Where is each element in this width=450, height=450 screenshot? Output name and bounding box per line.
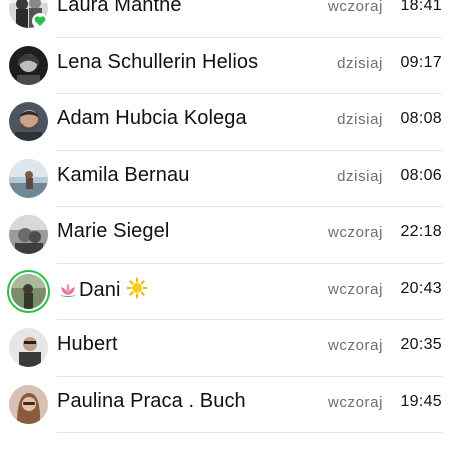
- chat-row-marie-siegel[interactable]: Marie Siegel wczoraj 22:18: [0, 207, 450, 264]
- avatar-photo-icon: [9, 328, 48, 367]
- avatar-photo-icon: [11, 273, 46, 309]
- avatar-photo-icon: [9, 215, 48, 254]
- last-message-time: 22:18: [400, 223, 442, 240]
- avatar-photo-icon: [9, 45, 48, 85]
- avatar-photo-icon: [9, 158, 48, 198]
- chat-row-kamila-bernau[interactable]: Kamila Bernau dzisiaj 08:06: [0, 151, 450, 207]
- contact-name: Adam Hubcia Kolega: [57, 107, 247, 129]
- chat-row-adam-hubcia-kolega[interactable]: Adam Hubcia Kolega dzisiaj 08:08: [0, 94, 450, 151]
- status-ring: [7, 269, 50, 313]
- last-message-time: 20:35: [400, 336, 442, 353]
- avatar-photo-icon: [9, 102, 48, 141]
- chat-list: Laura Manthe wczoraj 18:41 Lena Schuller…: [0, 0, 450, 433]
- chat-row-hubert[interactable]: Hubert wczoraj 20:35: [0, 320, 450, 377]
- last-message-day: wczoraj: [327, 280, 383, 298]
- last-message-time: 19:45: [400, 392, 442, 410]
- avatar-photo-icon: [9, 384, 48, 424]
- avatar[interactable]: [9, 158, 48, 198]
- contact-name-text: Dani: [79, 278, 121, 301]
- row-divider: [57, 432, 442, 433]
- last-message-time: 18:41: [400, 0, 442, 14]
- chat-row-dani[interactable]: Dani wczoraj 20:43: [0, 264, 450, 320]
- last-message-day: dzisiaj: [337, 54, 383, 72]
- last-message-time: 09:17: [400, 53, 442, 71]
- last-message-day: dzisiaj: [337, 167, 383, 185]
- avatar[interactable]: [9, 328, 48, 367]
- last-message-time: 08:08: [400, 110, 442, 127]
- last-message-day: wczoraj: [327, 0, 383, 15]
- last-message-day: wczoraj: [327, 393, 383, 411]
- chat-row-lena-schullerin-helios[interactable]: Lena Schullerin Helios dzisiaj 09:17: [0, 38, 450, 94]
- chat-row-laura-manthe[interactable]: Laura Manthe wczoraj 18:41: [0, 0, 450, 38]
- lotus-emoji-icon: [57, 281, 79, 305]
- last-message-time: 20:43: [400, 279, 442, 297]
- contact-name: Hubert: [57, 333, 118, 355]
- contact-name: Dani: [57, 277, 148, 305]
- last-message-time: 08:06: [400, 166, 442, 184]
- avatar[interactable]: [9, 45, 48, 85]
- avatar[interactable]: [9, 384, 48, 424]
- contact-name: Paulina Praca . Buch: [57, 389, 246, 412]
- last-message-day: wczoraj: [327, 224, 383, 241]
- contact-name: Kamila Bernau: [57, 163, 190, 186]
- status-badge: [32, 13, 48, 29]
- avatar[interactable]: [9, 102, 48, 141]
- contact-name: Marie Siegel: [57, 220, 170, 242]
- sun-emoji-icon: [126, 277, 148, 305]
- avatar[interactable]: [11, 273, 46, 309]
- green-heart-icon: [34, 16, 46, 26]
- chat-row-paulina-praca-buch[interactable]: Paulina Praca . Buch wczoraj 19:45: [0, 377, 450, 433]
- avatar[interactable]: [9, 215, 48, 254]
- contact-name: Lena Schullerin Helios: [57, 50, 259, 73]
- last-message-day: wczoraj: [327, 337, 383, 354]
- contact-name: Laura Manthe: [57, 0, 182, 16]
- last-message-day: dzisiaj: [337, 111, 383, 128]
